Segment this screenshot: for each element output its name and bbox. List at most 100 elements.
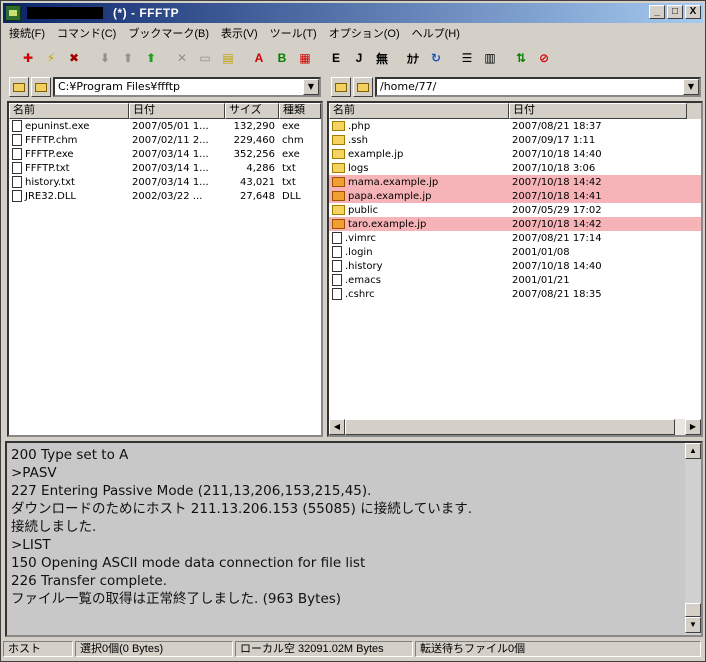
file-name: .cshrc (345, 289, 375, 300)
rename-button[interactable]: ▭ (194, 47, 216, 69)
ffftp-window: (*) - FFFTP _ □ X 接続(F) コマンド(C) ブックマーク(B… (0, 0, 706, 662)
binary-mode-button[interactable]: B (271, 47, 293, 69)
col-header-date[interactable]: 日付 (129, 103, 225, 119)
menu-options[interactable]: オプション(O) (323, 25, 406, 41)
table-row[interactable]: .login 2001/01/08 (329, 245, 701, 259)
scroll-right-arrow-icon[interactable]: ▶ (685, 419, 701, 435)
stop-button[interactable]: ⊘ (533, 47, 555, 69)
connect-button[interactable]: ✚ (17, 47, 39, 69)
file-size: 27,648 (240, 190, 275, 202)
file-type: exe (282, 120, 300, 132)
col-header-size[interactable]: サイズ (225, 103, 279, 119)
table-row[interactable]: .cshrc 2007/08/21 18:35 (329, 287, 701, 301)
menu-connect[interactable]: 接続(F) (3, 25, 51, 41)
local-path-combobox[interactable]: C:¥Program Files¥ffftp ▼ (53, 77, 321, 97)
scroll-left-arrow-icon[interactable]: ◀ (329, 419, 345, 435)
menu-help[interactable]: ヘルプ(H) (406, 25, 466, 41)
file-size: 352,256 (233, 148, 275, 160)
kana-icon: ｶﾅ (406, 51, 419, 66)
remote-path-combobox[interactable]: /home/77/ ▼ (375, 77, 701, 97)
detail-view-button[interactable]: ▥ (479, 47, 501, 69)
table-row[interactable]: FFFTP.chm 2007/02/11 2... 229,460 chm (9, 133, 321, 147)
chevron-down-icon[interactable]: ▼ (303, 79, 319, 95)
scroll-down-arrow-icon[interactable]: ▼ (685, 617, 701, 633)
table-row[interactable]: JRE32.DLL 2002/03/22 ... 27,648 DLL (9, 189, 321, 203)
log-line: 150 Opening ASCII mode data connection f… (11, 555, 366, 571)
download-button[interactable]: ⬇ (94, 47, 116, 69)
scroll-up-arrow-icon[interactable]: ▲ (685, 443, 701, 459)
col-header-type[interactable]: 種類 (279, 103, 321, 119)
table-row[interactable]: FFFTP.exe 2007/03/14 1... 352,256 exe (9, 147, 321, 161)
file-type: DLL (282, 190, 301, 202)
col-header-date[interactable]: 日付 (509, 103, 687, 119)
file-date: 2007/10/18 14:40 (512, 148, 602, 160)
table-row[interactable]: .history 2007/10/18 14:40 (329, 259, 701, 273)
sync-button[interactable]: ⇅ (510, 47, 532, 69)
menu-command[interactable]: コマンド(C) (51, 25, 122, 41)
table-row[interactable]: .vimrc 2007/08/21 17:14 (329, 231, 701, 245)
col-header-name[interactable]: 名前 (329, 103, 509, 119)
list-view-button[interactable]: ☰ (456, 47, 478, 69)
ascii-mode-button[interactable]: A (248, 47, 270, 69)
remote-open-folder-button[interactable] (353, 77, 373, 97)
table-row[interactable]: example.jp 2007/10/18 14:40 (329, 147, 701, 161)
table-row[interactable]: papa.example.jp 2007/10/18 14:41 (329, 189, 701, 203)
title-bar[interactable]: (*) - FFFTP _ □ X (3, 3, 703, 23)
remote-up-folder-button[interactable] (331, 77, 351, 97)
table-row[interactable]: history.txt 2007/03/14 1... 43,021 txt (9, 175, 321, 189)
close-button[interactable]: X (685, 5, 701, 19)
file-name: papa.example.jp (348, 190, 432, 202)
col-header-name[interactable]: 名前 (9, 103, 129, 119)
file-name: example.jp (348, 148, 404, 160)
upload-button[interactable]: ⬆ (117, 47, 139, 69)
file-date: 2007/03/14 1... (132, 162, 209, 174)
remote-rows: .php 2007/08/21 18:37 .ssh 2007/09/17 1:11 e… (329, 119, 701, 301)
local-rows: epuninst.exe 2007/05/01 1... 132,290 exe FFF… (9, 119, 321, 203)
menu-tools[interactable]: ツール(T) (264, 25, 323, 41)
table-row[interactable]: public 2007/05/29 17:02 (329, 203, 701, 217)
menu-bookmark[interactable]: ブックマーク(B) (122, 25, 215, 41)
auto-mode-button[interactable]: ▦ (294, 47, 316, 69)
local-file-list[interactable]: 名前 日付 サイズ 種類 epuninst.exe 2007/05/01 1...… (7, 101, 323, 437)
table-row[interactable]: mama.example.jp 2007/10/18 14:42 (329, 175, 701, 189)
jis-button[interactable]: J (348, 47, 370, 69)
table-row[interactable]: taro.example.jp 2007/10/18 14:42 (329, 217, 701, 231)
chevron-down-icon[interactable]: ▼ (683, 79, 699, 95)
minimize-button[interactable]: _ (649, 5, 665, 19)
remote-horizontal-scrollbar[interactable]: ◀ ▶ (329, 419, 701, 435)
quick-connect-button[interactable]: ⚡ (40, 47, 62, 69)
new-folder-button[interactable]: ▤ (217, 47, 239, 69)
kana-button[interactable]: ｶﾅ (402, 47, 424, 69)
file-size: 229,460 (233, 134, 275, 146)
delete-button[interactable]: ✕ (171, 47, 193, 69)
sync-icon: ⇅ (515, 51, 527, 65)
table-row[interactable]: .emacs 2001/01/21 (329, 273, 701, 287)
log-vertical-scrollbar[interactable]: ▲ ▼ (685, 443, 701, 635)
file-name-cell: public (329, 204, 509, 216)
file-date: 2001/01/21 (512, 274, 570, 286)
log-panel[interactable]: 200 Type set to A >PASV 227 Entering Passi… (5, 441, 703, 637)
scroll-thumb[interactable] (345, 419, 675, 435)
file-name-cell: .php (329, 120, 509, 132)
disconnect-button[interactable]: ✖ (63, 47, 85, 69)
table-row[interactable]: .php 2007/08/21 18:37 (329, 119, 701, 133)
folder-icon (332, 190, 345, 201)
scroll-thumb[interactable] (685, 603, 701, 617)
no-convert-button[interactable]: 無 (371, 47, 393, 69)
mirror-upload-button[interactable]: ⬆ (140, 47, 162, 69)
menu-view[interactable]: 表示(V) (215, 25, 264, 41)
refresh-button[interactable]: ↻ (425, 47, 447, 69)
detail-view-icon: ▥ (484, 51, 496, 65)
app-icon[interactable] (5, 5, 21, 21)
file-name-cell: FFFTP.chm (9, 134, 129, 146)
remote-file-list[interactable]: 名前 日付 .php 2007/08/21 18:37 .ssh 2007/09/17… (327, 101, 703, 437)
table-row[interactable]: FFFTP.txt 2007/03/14 1... 4,286 txt (9, 161, 321, 175)
euc-button[interactable]: E (325, 47, 347, 69)
file-type: exe (282, 148, 300, 160)
table-row[interactable]: logs 2007/10/18 3:06 (329, 161, 701, 175)
local-up-folder-button[interactable] (9, 77, 29, 97)
table-row[interactable]: epuninst.exe 2007/05/01 1... 132,290 exe (9, 119, 321, 133)
table-row[interactable]: .ssh 2007/09/17 1:11 (329, 133, 701, 147)
maximize-button[interactable]: □ (667, 5, 683, 19)
local-open-folder-button[interactable] (31, 77, 51, 97)
